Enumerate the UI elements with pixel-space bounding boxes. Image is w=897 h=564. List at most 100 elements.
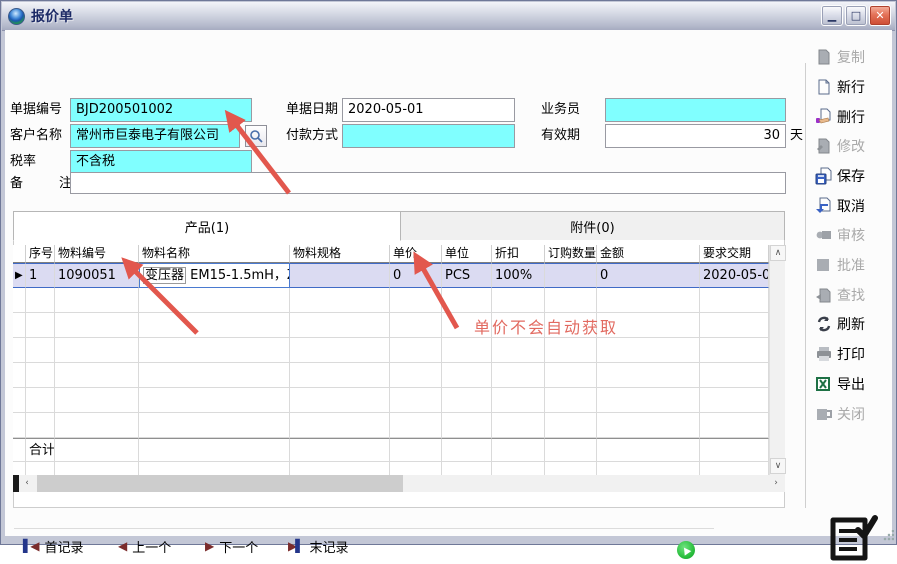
grid-empty-row	[13, 388, 769, 413]
payment-field[interactable]	[342, 124, 515, 148]
items-grid: 序号 物料编号 物料名称 物料规格 单价 单位 折扣 订购数量 金额 要求交期 …	[13, 245, 769, 475]
grid-cell	[13, 338, 26, 363]
grid-cell	[55, 413, 139, 438]
scroll-left-button[interactable]: ‹	[19, 475, 35, 491]
hscroll-thumb[interactable]	[37, 475, 403, 492]
remark-field[interactable]	[70, 172, 786, 194]
tax-field[interactable]: 不含税	[70, 150, 252, 174]
save-button[interactable]: 保存	[815, 164, 895, 188]
grid-cell	[442, 363, 492, 388]
nav-prev-button[interactable]: ◀ 上一个	[118, 536, 171, 556]
grid-cell	[55, 288, 139, 313]
grid-cell	[55, 338, 139, 363]
first-record-icon: ▌◀	[23, 539, 37, 553]
cell-code[interactable]: 1090051	[55, 263, 139, 288]
remark-label-left: 备	[10, 173, 23, 195]
export-button[interactable]: 导出	[815, 372, 895, 396]
cell-name-editor[interactable]: 变压器 EM15-1.5mH，ZB-H	[139, 263, 290, 288]
horizontal-scrollbar[interactable]: ‹ ›	[13, 475, 785, 492]
salesman-field[interactable]	[605, 98, 786, 122]
table-row[interactable]: ▶ 1 1090051 变压器 EM15-1.5mH，ZB-H 0 PCS 10…	[13, 263, 769, 288]
grid-cell	[597, 413, 700, 438]
grid-cell	[700, 462, 769, 475]
cell-seq[interactable]: 1	[26, 263, 55, 288]
copy-button[interactable]: 复制	[815, 45, 895, 69]
scroll-right-button[interactable]: ›	[768, 475, 784, 491]
nav-last-label: 末记录	[309, 537, 348, 556]
vertical-scrollbar[interactable]: ∧ ∨	[769, 245, 785, 475]
save-label: 保存	[837, 166, 865, 186]
grid-cell	[597, 462, 700, 475]
nav-first-button[interactable]: ▌◀ 首记录	[23, 536, 83, 556]
col-seq: 序号	[26, 245, 55, 263]
nav-next-label: 下一个	[219, 537, 258, 556]
grid-cell	[492, 413, 545, 438]
grid-cell	[545, 388, 597, 413]
print-button[interactable]: 打印	[815, 342, 895, 366]
cell-price[interactable]: 0	[390, 263, 442, 288]
grid-cell	[545, 462, 597, 475]
payment-label: 付款方式	[286, 124, 338, 148]
modify-label: 修改	[837, 136, 865, 156]
grid-empty-row	[13, 462, 769, 475]
cancel-label: 取消	[837, 196, 865, 216]
cell-discount[interactable]: 100%	[492, 263, 545, 288]
grid-cell	[390, 462, 442, 475]
delete-row-button[interactable]: 删行	[815, 105, 895, 129]
cancel-button[interactable]: 取消	[815, 194, 895, 218]
find-button[interactable]: 查找	[815, 283, 895, 307]
print-label: 打印	[837, 344, 865, 364]
doc-no-field[interactable]: BJD200501002	[70, 98, 252, 122]
modify-button[interactable]: 修改	[815, 134, 895, 158]
grid-cell	[13, 388, 26, 413]
close-button[interactable]: ✕	[869, 5, 891, 26]
customer-field[interactable]: 常州市巨泰电子有限公司	[70, 124, 240, 148]
cell-due[interactable]: 2020-05-01	[700, 263, 769, 288]
cell-spec[interactable]	[290, 263, 390, 288]
col-qty: 订购数量	[545, 245, 597, 263]
grid-header-row: 序号 物料编号 物料名称 物料规格 单价 单位 折扣 订购数量 金额 要求交期	[13, 245, 769, 263]
copy-label: 复制	[837, 47, 865, 67]
refresh-button[interactable]: 刷新	[815, 312, 895, 336]
grid-cell	[597, 338, 700, 363]
nav-last-button[interactable]: ▶▌ 末记录	[288, 536, 348, 556]
grid-cell	[13, 462, 26, 475]
grid-cell	[442, 338, 492, 363]
salesman-label: 业务员	[541, 98, 580, 122]
resize-grip[interactable]	[882, 530, 894, 542]
quotation-window: 报价单 ▁ □ ✕ 单据编号 BJD200501002 单据日期 2020-05…	[0, 0, 897, 545]
customer-label: 客户名称	[10, 124, 62, 148]
approve-icon	[815, 256, 833, 274]
col-price: 单价	[390, 245, 442, 263]
maximize-button[interactable]: □	[845, 5, 867, 26]
approve-button[interactable]: 批准	[815, 253, 895, 277]
cell-qty[interactable]	[545, 263, 597, 288]
tab-attachments[interactable]: 附件(0)	[401, 211, 785, 241]
grid-cell	[700, 338, 769, 363]
grid-cell	[492, 313, 545, 338]
cell-unit[interactable]: PCS	[442, 263, 492, 288]
tab-products[interactable]: 产品(1)	[13, 211, 401, 241]
grid-cell	[442, 438, 492, 462]
audit-button[interactable]: 审核	[815, 223, 895, 247]
cell-amount[interactable]: 0	[597, 263, 700, 288]
validity-field[interactable]: 30	[605, 124, 786, 148]
approve-label: 批准	[837, 255, 865, 275]
close-form-button[interactable]: 关闭	[815, 402, 895, 426]
doc-date-field[interactable]: 2020-05-01	[342, 98, 515, 122]
grid-cell	[139, 388, 290, 413]
minimize-button[interactable]: ▁	[821, 5, 843, 26]
grid-empty-row	[13, 313, 769, 338]
new-row-button[interactable]: 新行	[815, 75, 895, 99]
grid-cell	[492, 388, 545, 413]
title-bar: 报价单 ▁ □ ✕	[2, 2, 895, 31]
grid-cell	[55, 363, 139, 388]
find-icon	[815, 286, 833, 304]
customer-search-button[interactable]	[245, 125, 267, 147]
doc-date-label: 单据日期	[286, 98, 338, 122]
scroll-down-button[interactable]: ∨	[770, 458, 786, 474]
remark-label: 备 注	[10, 173, 72, 195]
scroll-up-button[interactable]: ∧	[770, 245, 786, 261]
nav-next-button[interactable]: ▶ 下一个	[205, 536, 258, 556]
grid-cell	[390, 388, 442, 413]
